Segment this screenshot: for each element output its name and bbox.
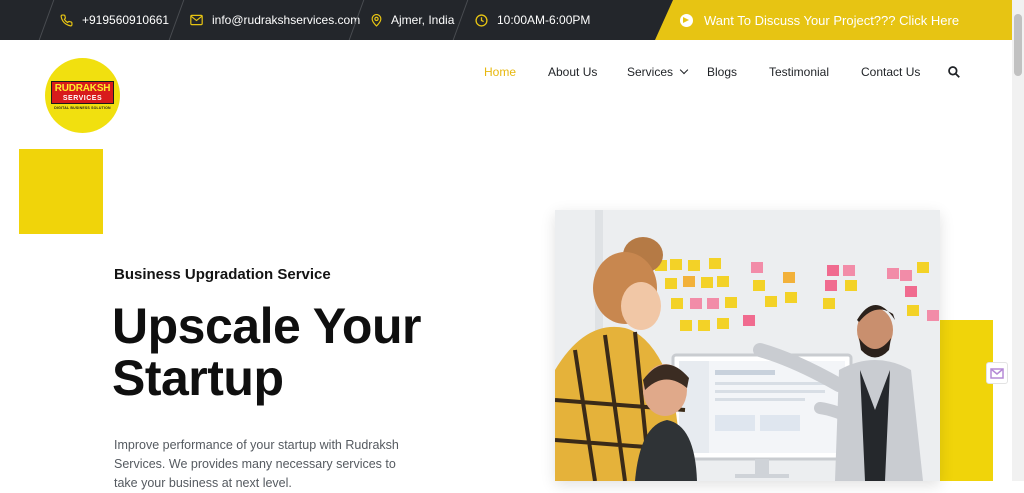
envelope-icon (990, 368, 1004, 379)
divider (168, 0, 185, 40)
hours-text: 10:00AM-6:00PM (497, 13, 591, 27)
logo-plate: RUDRAKSH SERVICES (50, 81, 115, 104)
top-info-bar: +919560910661 info@rudrakshservices.com … (0, 0, 1012, 40)
decorative-bar-right (937, 320, 993, 481)
headline-line-2: Startup (112, 350, 284, 406)
phone-icon (60, 13, 73, 26)
decorative-square-left (19, 149, 103, 234)
logo-text-line1: RUDRAKSH (54, 83, 111, 94)
envelope-icon (190, 14, 203, 26)
nav-home[interactable]: Home (484, 62, 516, 82)
email-contact[interactable]: info@rudrakshservices.com (190, 0, 360, 40)
divider (38, 0, 55, 40)
clock-icon (475, 13, 488, 27)
nav-services-label: Services (627, 65, 674, 79)
scrollbar-thumb[interactable] (1014, 14, 1022, 76)
divider (452, 0, 469, 40)
logo-tagline: DIGITAL BUSINESS SOLUTION (54, 106, 111, 110)
hero-headline: Upscale Your Startup (112, 300, 532, 404)
hours-info: 10:00AM-6:00PM (475, 0, 590, 40)
side-widget-button[interactable] (986, 362, 1008, 384)
nav-testimonial[interactable]: Testimonial (769, 62, 829, 82)
nav-services[interactable]: Services (627, 62, 689, 82)
page-scrollbar[interactable] (1012, 0, 1024, 481)
map-pin-icon (371, 13, 382, 27)
email-address: info@rudrakshservices.com (212, 13, 361, 27)
hero-subtitle: Business Upgradation Service (114, 266, 331, 283)
logo-text-line2: SERVICES (62, 95, 103, 102)
nav-contact[interactable]: Contact Us (861, 62, 920, 82)
location-text: Ajmer, India (391, 13, 455, 27)
nav-blogs[interactable]: Blogs (707, 62, 737, 82)
location-info: Ajmer, India (371, 0, 454, 40)
nav-about[interactable]: About Us (548, 62, 597, 82)
discuss-project-button[interactable]: Want To Discuss Your Project??? Click He… (655, 0, 1012, 40)
cta-label: Want To Discuss Your Project??? Click He… (704, 12, 960, 28)
headline-line-1: Upscale Your (112, 298, 421, 354)
site-logo[interactable]: RUDRAKSH SERVICES DIGITAL BUSINESS SOLUT… (45, 58, 120, 133)
phone-contact[interactable]: +919560910661 (60, 0, 169, 40)
hero-description: Improve performance of your startup with… (114, 438, 399, 490)
search-icon[interactable] (947, 65, 961, 79)
phone-number: +919560910661 (82, 13, 170, 27)
team-meeting-illustration (555, 210, 940, 481)
hero-image (555, 210, 940, 481)
arrow-circle-icon (680, 13, 693, 27)
chevron-down-icon (679, 65, 689, 75)
